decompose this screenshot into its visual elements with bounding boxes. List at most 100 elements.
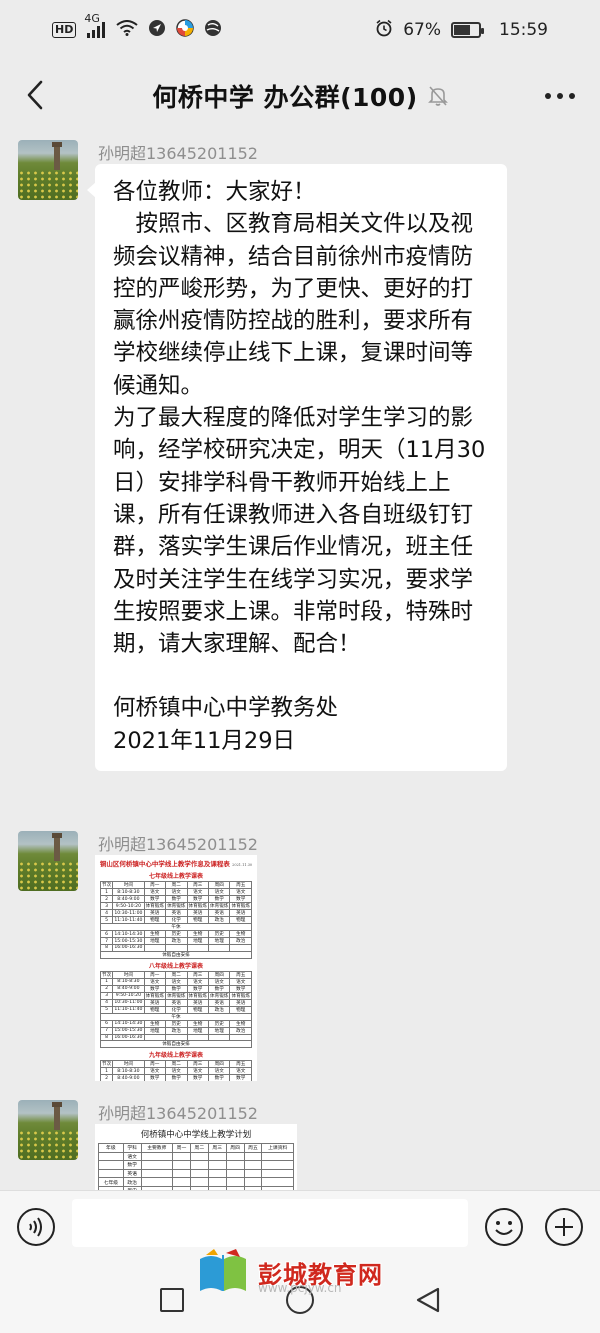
message-date: 2021年11月29日 [113,727,296,754]
schedule-row: 7 15:00-15:30 地理 政治 地理 地理 政治 [99,937,252,945]
plan-cell [172,1160,191,1170]
schedule-cell: 周五 [229,1060,252,1069]
avatar[interactable] [18,140,78,200]
plan-cell: 周三 [207,1143,227,1153]
schedule-cell: 5 [99,1005,114,1014]
schedule-cell: 周一 [143,881,167,889]
schedule-footer-row: 体锻自由安排 [100,950,252,959]
plan-cell [207,1160,227,1170]
schedule-cell [186,944,209,952]
schedule-cell: 体育锻炼 [143,902,167,910]
schedule-cell: 11:10-11:40 [112,1005,145,1014]
wifi-icon [116,19,138,41]
battery-icon [451,22,484,38]
schedule-cell: 周一 [143,1060,167,1069]
plan-cell [261,1151,294,1162]
schedule-cell: 历史 [165,930,188,938]
location-app-icon [148,19,166,42]
plan-cell: 主要教师 [140,1143,174,1153]
schedule-cell: 物理 [186,1005,209,1014]
sender-name: 孙明超13645201152 [98,144,258,163]
schedule-cell: 物理 [143,1005,167,1014]
plan-row: 年级 学科 主要教师 周一 周二 周三 周四 周五 上课资料 [98,1143,294,1153]
schedule-row: 6 14:10-14:30 生物 历史 生物 历史 生物 [99,930,252,938]
plan-cell [207,1168,227,1179]
schedule-cell: 9:50-10:20 [112,991,145,1000]
schedule-cell: 物理 [143,916,167,924]
recent-apps-icon[interactable] [160,1288,184,1312]
schedule-lunch-row: 午休 [100,1012,252,1021]
schedule-image[interactable]: 铜山区何桥镇中心中学线上教学作息及课程表 2021.11.30 七年级线上教学课… [95,855,257,1081]
schedule-cell: 语文 [143,1067,167,1076]
status-left: HD 4G [52,12,222,42]
message-paragraph: 按照市、区教育局相关文件以及视频会议精神，结合目前徐州市疫情防控的严峻形势，为了… [113,211,474,399]
schedule-cell: 历史 [207,1019,231,1028]
voice-button[interactable] [16,1207,56,1247]
schedule-cell: 时间 [112,1060,145,1069]
schedule-cell: 地理 [143,1026,167,1035]
schedule-cell: 3 [99,991,114,1000]
schedule-cell [229,1033,252,1042]
schedule-cell: 体育锻炼 [165,902,188,910]
voice-icon [17,1208,55,1246]
schedule-cell: 14:10-14:30 [112,930,145,938]
schedule-row: 节次 时间 周一 周二 周三 周四 周五 [99,970,252,979]
plan-cell [172,1168,191,1179]
more-functions-button[interactable] [544,1207,584,1247]
message-input[interactable] [72,1199,468,1247]
schedule-cell: 数学 [229,1074,252,1081]
footer-cell: 体锻自由安排 [100,950,252,959]
schedule-tables: 七年级线上教学课表 节次 时间 周一 周二 周三 周四 周五 1 8:10-8:30 语文 语文 语文语… [95,869,257,1081]
plan-cell [140,1177,174,1187]
schedule-cell: 政治 [207,916,231,924]
schedule-cell: 数学 [186,1074,209,1081]
more-button[interactable] [542,82,578,110]
schedule-cell: 14:10-14:30 [112,1019,145,1028]
text-message-bubble[interactable]: 各位教师：大家好！ 按照市、区教育局相关文件以及视频会议精神，结合目前徐州市疫情… [87,164,507,772]
schedule-cell: 数学 [143,895,167,903]
schedule-cell: 物理 [229,1005,252,1014]
plan-image[interactable]: 何桥镇中心中学线上教学计划 年级 学科 主要教师 周一 周二 周三 周四 周五 上课资料 语文 数学… [95,1124,297,1190]
plan-cell: 年级 [98,1143,124,1153]
schedule-cell: 8:10-8:30 [112,977,145,986]
back-button[interactable] [18,78,52,112]
schedule-cell: 生物 [229,930,252,938]
schedule-cell: 9:50-10:20 [112,902,145,910]
message-signature: 何桥镇中心中学教务处 [113,695,339,722]
plan-cell: 周四 [225,1143,245,1153]
schedule-cell: 7 [99,937,114,945]
schedule-cell: 语文 [229,1067,252,1076]
avatar[interactable] [18,831,78,891]
message-paragraph: 为了最大程度的降低对学生学习的影响，经学校研究决定，明天（11月30日）安排学科… [113,405,486,658]
schedule-cell: 数学 [207,1074,231,1081]
plan-cell: 周五 [243,1143,263,1153]
schedule-cell: 生物 [186,1019,209,1028]
schedule-cell: 数学 [143,1074,167,1081]
schedule-cell: 化学 [165,1005,188,1014]
schedule-row: 节次 时间 周一 周二 周三 周四 周五 [99,881,252,889]
lunch-cell: 午休 [100,923,252,931]
schedule-cell: 周三 [186,881,209,889]
schedule-cell: 数学 [165,984,188,993]
schedule-cell: 数学 [207,895,231,903]
schedule-cell: 体育锻炼 [229,991,252,1000]
plan-table: 年级学科主要教师周一周二周三周四周五上课资料语文数学英语七年级政治历史 [98,1143,294,1190]
nav-back-icon[interactable] [414,1286,442,1314]
schedule-cell: 历史 [207,930,231,938]
schedule-cell: 语文 [229,888,252,896]
plus-icon [545,1208,583,1246]
schedule-cell: 语文 [207,977,231,986]
chat-header: 何桥中学 办公群(100) [0,60,600,132]
schedule-cell: 化学 [165,916,188,924]
schedule-row: 3 9:50-10:20 体育锻炼 体育锻炼 体育锻炼 体育锻炼 体育锻炼 [99,991,252,1000]
plan-row: 语文 [98,1151,294,1162]
avatar[interactable] [18,1100,78,1160]
schedule-cell: 7 [99,1026,114,1035]
emoji-button[interactable] [484,1207,524,1247]
schedule-cell: 8:40-9:00 [112,895,145,903]
schedule-cell: 英语 [143,998,167,1007]
schedule-cell: 政治 [165,1026,188,1035]
schedule-cell: 周二 [165,1060,188,1069]
schedule-cell: 周二 [165,881,188,889]
plan-cell [225,1160,245,1170]
